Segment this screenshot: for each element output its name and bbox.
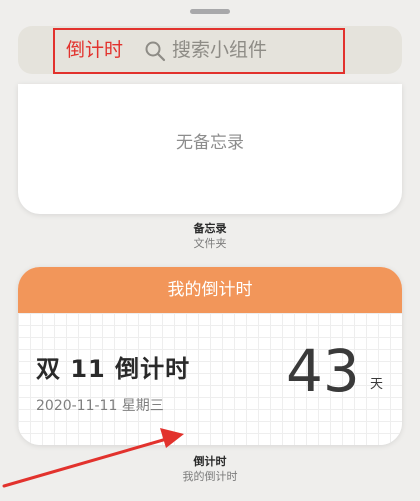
countdown-body: 双 11 倒计时 2020-11-11 星期三 43 天	[18, 313, 402, 445]
notes-widget-preview[interactable]: 无备忘录	[18, 84, 402, 214]
countdown-widget-subtitle: 我的倒计时	[182, 470, 238, 483]
notes-widget-title: 备忘录	[193, 222, 227, 235]
countdown-event-date: 2020-11-11 星期三	[36, 398, 164, 414]
countdown-event-name: 双 11 倒计时	[36, 355, 191, 383]
countdown-widget-preview[interactable]: 我的倒计时 双 11 倒计时 2020-11-11 星期三 43 天	[18, 267, 402, 445]
notes-widget-subtitle: 文件夹	[193, 237, 227, 250]
countdown-widget-title: 倒计时	[193, 455, 227, 468]
countdown-header: 我的倒计时	[18, 267, 402, 313]
sheet-grabber[interactable]	[190, 9, 230, 14]
notes-empty-text: 无备忘录	[176, 133, 244, 153]
countdown-days-unit: 天	[370, 377, 384, 392]
highlight-box	[53, 28, 345, 74]
countdown-days-number: 43	[286, 337, 360, 405]
